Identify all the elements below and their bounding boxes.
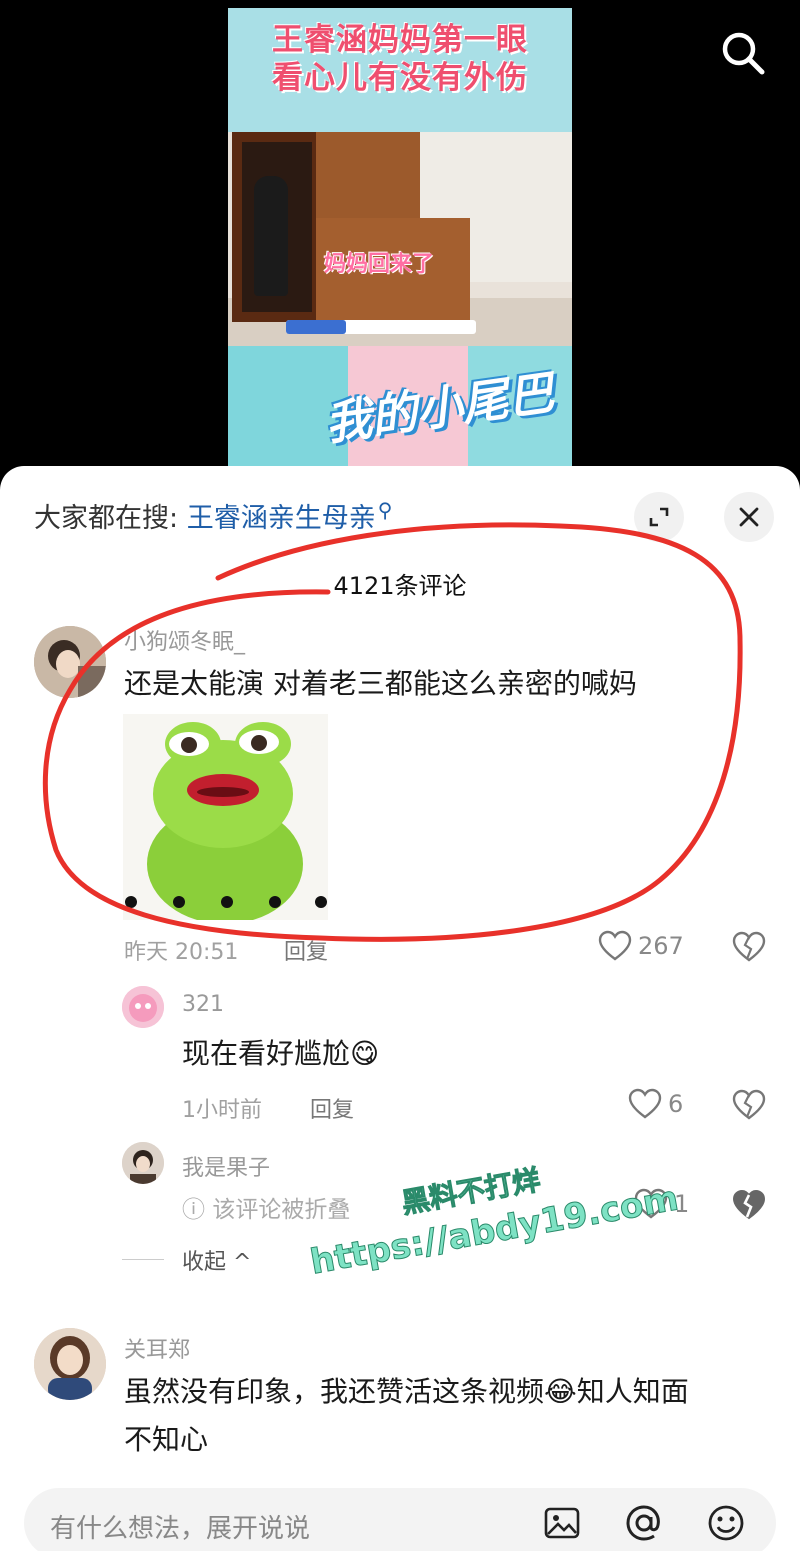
comment-text: 虽然没有印象，我还赞活这条视频😂知人知面 不知心	[124, 1375, 689, 1456]
heart-icon	[628, 1088, 662, 1119]
scene-person	[254, 176, 288, 296]
dislike-filled-icon[interactable]	[732, 1188, 766, 1222]
trending-search-keyword[interactable]: 王睿涵亲生母亲	[187, 503, 376, 534]
video-title-banner: 王睿涵妈妈第一眼 看心儿有没有外伤	[228, 8, 572, 132]
heart-icon	[598, 930, 632, 961]
trending-search-prefix: 大家都在搜:	[34, 503, 179, 534]
expand-button[interactable]	[634, 492, 684, 542]
reply-username[interactable]: 321	[182, 992, 224, 1017]
close-icon	[739, 507, 759, 527]
video-scene: 妈妈回来了	[228, 132, 572, 346]
collapse-divider	[122, 1259, 164, 1260]
like-button[interactable]: 6	[628, 1088, 683, 1120]
reply-button[interactable]: 回复	[284, 934, 328, 966]
watermark: 黑料不打烊 https://abdy19.com	[298, 1124, 695, 1318]
comment-username[interactable]: 关耳郑	[124, 1332, 190, 1364]
comment-input[interactable]: 有什么想法，展开说说	[50, 1508, 310, 1545]
avatar[interactable]	[34, 626, 106, 698]
image-icon[interactable]	[542, 1503, 582, 1543]
reply-text: 现在看好尴尬😋	[182, 1037, 380, 1070]
comment-input-bar[interactable]: 有什么想法，展开说说	[24, 1488, 776, 1551]
info-icon: ⓘ	[182, 1197, 213, 1223]
comment-time: 昨天 20:51	[124, 940, 239, 965]
trending-search[interactable]: 大家都在搜: 王睿涵亲生母亲 ⚲	[34, 496, 392, 535]
emoji-picker-icon[interactable]	[706, 1503, 746, 1543]
reply-button[interactable]: 回复	[310, 1092, 354, 1124]
expand-icon	[649, 507, 669, 527]
avatar[interactable]	[34, 1328, 106, 1400]
chevron-up-icon: ^	[226, 1250, 252, 1275]
video-frame[interactable]: 王睿涵妈妈第一眼 看心儿有没有外伤 妈妈回来了 我的小尾巴	[228, 8, 572, 470]
reply-time: 1小时前	[182, 1098, 262, 1123]
video-title-line2: 看心儿有没有外伤	[272, 60, 528, 96]
search-small-icon: ⚲	[377, 498, 393, 522]
at-mention-icon[interactable]	[624, 1503, 664, 1543]
scene-caption: 妈妈回来了	[324, 252, 435, 277]
like-button[interactable]: 267	[598, 930, 684, 962]
video-player[interactable]: 王睿涵妈妈第一眼 看心儿有没有外伤 妈妈回来了 我的小尾巴	[0, 0, 800, 470]
emoji-icon: 😋	[350, 1037, 380, 1070]
like-count: 6	[668, 1090, 684, 1118]
comment-username[interactable]: 小狗颂冬眠_	[124, 624, 245, 656]
close-button[interactable]	[724, 492, 774, 542]
collapse-replies-button[interactable]: 收起 ^	[182, 1244, 251, 1276]
emoji-icon: 😂	[544, 1375, 577, 1408]
search-icon[interactable]	[720, 30, 766, 76]
avatar[interactable]	[122, 986, 164, 1028]
video-show-logo-scene: 我的小尾巴	[228, 346, 572, 470]
dislike-icon[interactable]	[732, 1088, 766, 1122]
dislike-icon[interactable]	[732, 930, 766, 964]
comment-text: 还是太能演 对着老三都能这么亲密的喊妈	[124, 667, 637, 700]
comment-sticker-image[interactable]	[123, 714, 328, 920]
like-count: 267	[638, 932, 684, 960]
avatar[interactable]	[122, 1142, 164, 1184]
comments-sheet: 大家都在搜: 王睿涵亲生母亲 ⚲ 4121条评论 小狗颂冬眠_ 还是太能演 对着老…	[0, 466, 800, 1551]
reply-username[interactable]: 我是果子	[182, 1150, 270, 1182]
comments-count: 4121条评论	[333, 572, 467, 600]
